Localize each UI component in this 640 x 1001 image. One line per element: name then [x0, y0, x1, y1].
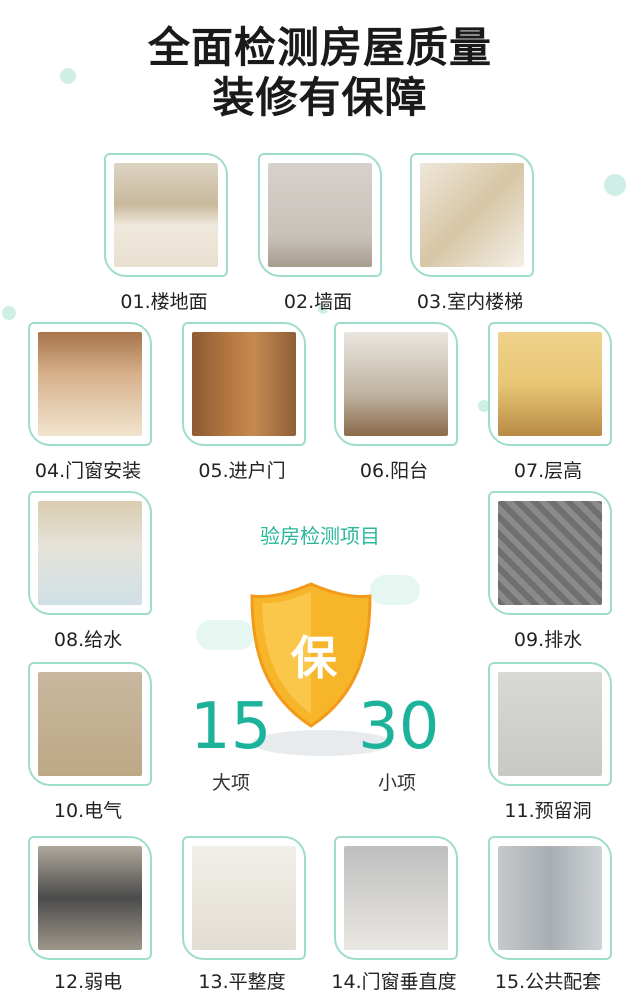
page-title-line2: 装修有保障	[212, 73, 428, 122]
item-label: 12.弱电	[53, 971, 123, 993]
minor-items-unit: 小项	[378, 772, 417, 794]
decor-dot	[2, 306, 16, 320]
door-photo	[192, 332, 296, 436]
cloud-decor	[370, 575, 420, 605]
section-subtitle: 验房检测项目	[260, 524, 380, 548]
decor-dot	[604, 174, 626, 196]
inspection-card-electrical[interactable]	[28, 662, 152, 786]
item-label: 07.层高	[513, 460, 583, 482]
item-label: 09.排水	[513, 629, 583, 651]
item-label: 06.阳台	[359, 460, 429, 482]
inspection-card-reserved-hole[interactable]	[488, 662, 612, 786]
cloud-decor	[196, 620, 254, 650]
elevator-photo	[498, 846, 602, 950]
item-label: 05.进户门	[198, 460, 286, 482]
inspection-card-low-voltage[interactable]	[28, 836, 152, 960]
inspection-card-floor[interactable]	[104, 153, 228, 277]
inspection-card-windows[interactable]	[28, 322, 152, 446]
item-label: 02.墙面	[283, 291, 353, 313]
item-label: 04.门窗安装	[34, 460, 142, 482]
inspection-card-wall[interactable]	[258, 153, 382, 277]
inspection-card-flatness[interactable]	[182, 836, 306, 960]
item-label: 15.公共配套	[494, 971, 602, 993]
item-label: 01.楼地面	[120, 291, 208, 313]
windows-photo	[38, 332, 142, 436]
height-photo	[498, 332, 602, 436]
drain-photo	[498, 501, 602, 605]
socket-photo	[38, 672, 142, 776]
inspection-card-height[interactable]	[488, 322, 612, 446]
shield-char: 保	[291, 631, 337, 685]
minor-items-count: 30	[358, 690, 440, 764]
inspection-card-drainage[interactable]	[488, 491, 612, 615]
panel-photo	[38, 846, 142, 950]
inspection-card-public-facilities[interactable]	[488, 836, 612, 960]
hole-photo	[498, 672, 602, 776]
inspection-card-water-supply[interactable]	[28, 491, 152, 615]
inspection-card-balcony[interactable]	[334, 322, 458, 446]
floor-photo	[114, 163, 218, 267]
item-label: 03.室内楼梯	[416, 291, 524, 313]
item-label: 13.平整度	[198, 971, 286, 993]
stairs-photo	[420, 163, 524, 267]
flatness-photo	[192, 846, 296, 950]
item-label: 10.电气	[53, 800, 123, 822]
major-items-unit: 大项	[212, 772, 251, 794]
balcony-photo	[344, 332, 448, 436]
wall-photo	[268, 163, 372, 267]
item-label: 14.门窗垂直度	[331, 971, 457, 993]
inspection-card-entry-door[interactable]	[182, 322, 306, 446]
inspection-card-stairs[interactable]	[410, 153, 534, 277]
faucet-photo	[38, 501, 142, 605]
item-label: 11.预留洞	[504, 800, 592, 822]
item-label: 08.给水	[53, 629, 123, 651]
major-items-count: 15	[190, 690, 272, 764]
inspection-card-verticality[interactable]	[334, 836, 458, 960]
verticality-photo	[344, 846, 448, 950]
